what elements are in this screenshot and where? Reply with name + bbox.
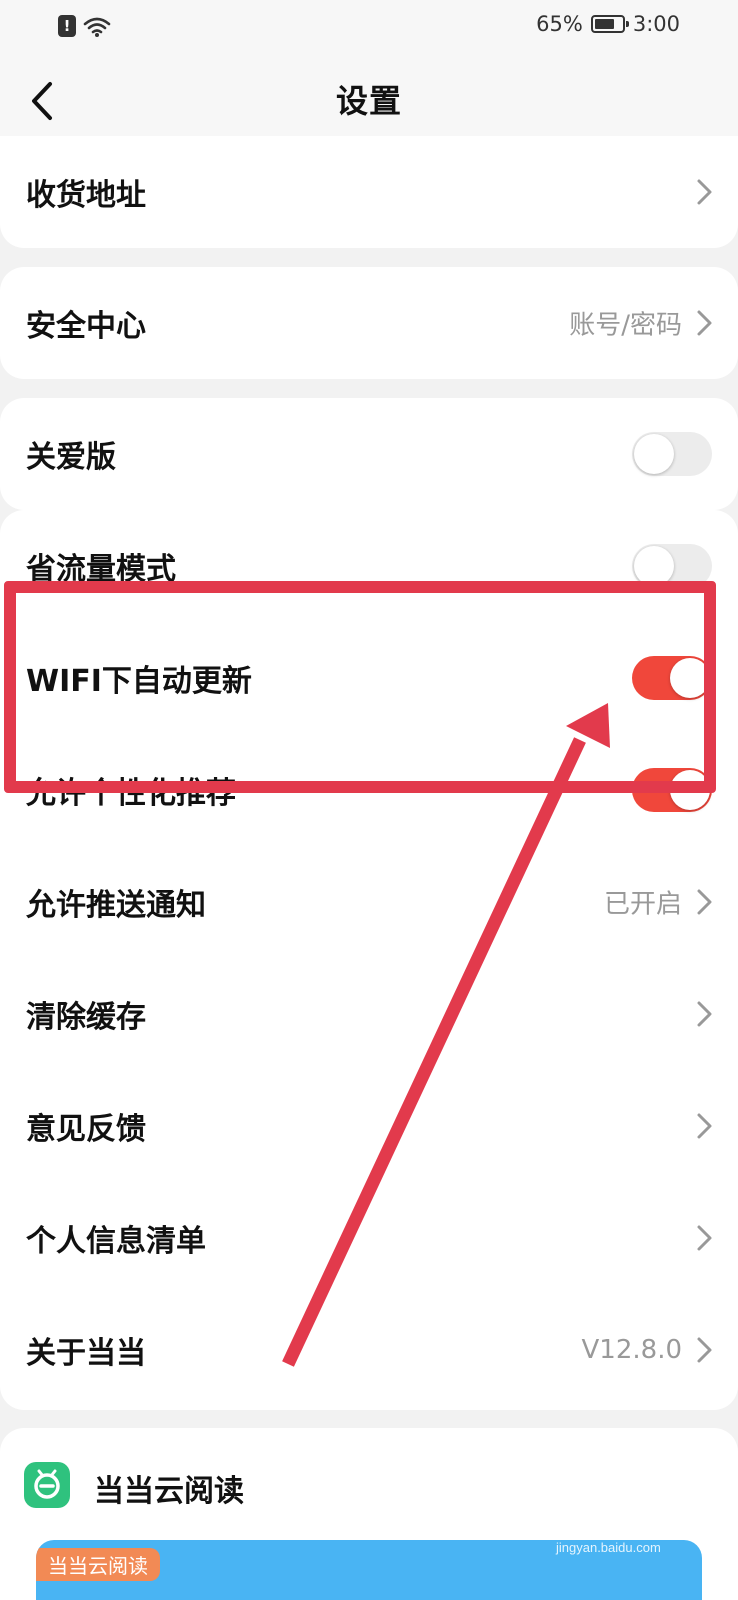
watermark-logo: Baidu经验 xyxy=(556,1505,705,1538)
chevron-right-icon xyxy=(697,1001,712,1027)
row-feedback[interactable]: 意见反馈 xyxy=(0,1070,738,1182)
book-icon xyxy=(34,1469,60,1499)
clock: 3:00 xyxy=(632,12,680,36)
care-card: 关爱版 xyxy=(0,398,738,510)
row-label: 允许推送通知 xyxy=(26,888,206,923)
toggle-knob xyxy=(634,546,674,586)
chevron-right-icon xyxy=(697,1337,712,1363)
row-label: 意见反馈 xyxy=(26,1112,146,1147)
row-about[interactable]: 关于当当 V12.8.0 xyxy=(0,1294,738,1406)
chevron-right-icon xyxy=(697,1225,712,1251)
status-bar: ! 65% 3:00 xyxy=(0,0,738,56)
row-label: 关爱版 xyxy=(26,440,116,475)
page-title: 设置 xyxy=(335,82,402,120)
row-label: 清除缓存 xyxy=(26,1000,146,1035)
row-personal-info-list[interactable]: 个人信息清单 xyxy=(0,1182,738,1294)
row-clear-cache[interactable]: 清除缓存 xyxy=(0,958,738,1070)
alert-icon: ! xyxy=(58,15,76,37)
wifi-icon xyxy=(83,17,111,37)
chevron-right-icon xyxy=(697,310,712,336)
battery-percent: 65% xyxy=(536,12,583,36)
cloud-reading-title: 当当云阅读 xyxy=(94,1474,244,1509)
row-value: V12.8.0 xyxy=(581,1335,682,1365)
annotation-highlight-box xyxy=(4,581,716,793)
watermark: Baidu经验 jingyan.baidu.com xyxy=(556,1500,716,1560)
nav-bar: 设置 xyxy=(0,56,738,146)
chevron-right-icon xyxy=(697,1113,712,1139)
row-security-center[interactable]: 安全中心 账号/密码 xyxy=(0,267,738,379)
address-card: 收货地址 xyxy=(0,136,738,248)
battery-icon xyxy=(590,15,629,33)
status-icons-left: ! xyxy=(58,14,112,38)
row-label: 关于当当 xyxy=(26,1336,146,1371)
row-care-mode: 关爱版 xyxy=(0,398,738,510)
banner-tag: 当当云阅读 xyxy=(36,1548,160,1581)
row-value: 已开启 xyxy=(603,889,682,920)
row-label: 个人信息清单 xyxy=(26,1224,206,1259)
status-icons-right: 65% 3:00 xyxy=(536,12,680,36)
chevron-right-icon xyxy=(697,179,712,205)
toggle-knob xyxy=(634,434,674,474)
row-label: 安全中心 xyxy=(26,309,146,344)
chevron-right-icon xyxy=(697,889,712,915)
row-shipping-address[interactable]: 收货地址 xyxy=(0,136,738,248)
security-card: 安全中心 账号/密码 xyxy=(0,267,738,379)
row-label: 收货地址 xyxy=(26,178,146,213)
row-value: 账号/密码 xyxy=(569,310,682,341)
row-push-notifications[interactable]: 允许推送通知 已开启 xyxy=(0,846,738,958)
watermark-site: jingyan.baidu.com xyxy=(556,1540,661,1555)
cloud-reading-app-icon xyxy=(24,1462,70,1508)
care-mode-toggle[interactable] xyxy=(632,432,712,476)
